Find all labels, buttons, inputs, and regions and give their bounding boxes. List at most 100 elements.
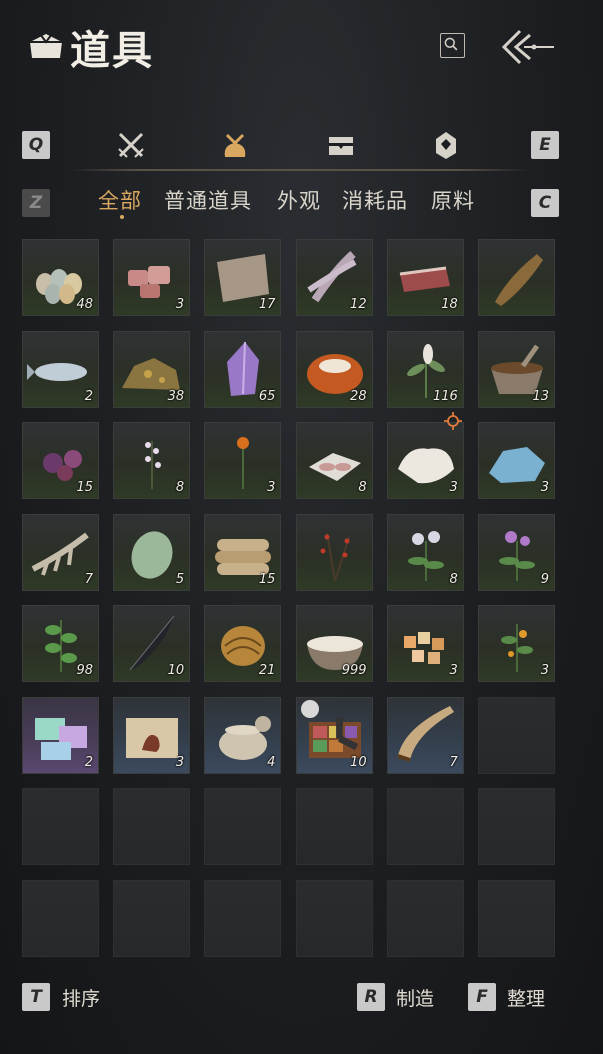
tab-normal-items[interactable]: 普通道具 bbox=[164, 185, 252, 215]
inventory-bag-icon bbox=[30, 33, 62, 58]
empty-slot[interactable] bbox=[295, 788, 373, 865]
tab-appearance[interactable]: 外观 bbox=[277, 185, 321, 215]
item-slot-clay-jar[interactable]: 4 bbox=[204, 696, 282, 774]
item-count: 3 bbox=[449, 480, 458, 495]
item-slot-melon[interactable]: 5 bbox=[113, 513, 191, 591]
pendant-icon[interactable] bbox=[430, 129, 462, 161]
item-count: 3 bbox=[175, 297, 185, 312]
item-slot-purple-flower-plant[interactable]: 9 bbox=[478, 513, 555, 591]
pouch-icon[interactable] bbox=[219, 129, 251, 161]
item-slot-milk-bowl[interactable]: 999 bbox=[295, 605, 373, 682]
item-slot-carp-fish[interactable] bbox=[478, 239, 555, 316]
chest-icon[interactable] bbox=[325, 129, 357, 161]
prev-category-key[interactable]: Q bbox=[22, 131, 50, 159]
empty-slot[interactable] bbox=[204, 879, 282, 957]
search-icon bbox=[444, 37, 458, 51]
item-count: 98 bbox=[76, 663, 93, 678]
item-slot-red-berry-bush[interactable] bbox=[295, 513, 373, 591]
item-count: 8 bbox=[358, 480, 367, 495]
next-subtab-key[interactable]: C bbox=[531, 189, 559, 217]
item-count: 3 bbox=[175, 754, 185, 770]
empty-slot[interactable] bbox=[204, 788, 282, 865]
empty-slot[interactable] bbox=[22, 788, 99, 865]
item-slot-animal-hide[interactable]: 17 bbox=[204, 239, 282, 316]
empty-slot[interactable] bbox=[386, 788, 464, 865]
sort-label[interactable]: 排序 bbox=[62, 984, 100, 1011]
item-count: 9 bbox=[540, 571, 549, 587]
item-slot-pastel-gift-box[interactable]: 2 bbox=[22, 696, 99, 774]
clock-icon bbox=[300, 699, 358, 750]
search-button[interactable] bbox=[440, 33, 465, 58]
crosshair-icon bbox=[443, 412, 462, 430]
back-arrow-icon[interactable] bbox=[498, 27, 556, 67]
empty-slot[interactable] bbox=[478, 696, 555, 774]
item-count: 4 bbox=[267, 754, 276, 770]
item-count: 116 bbox=[432, 388, 458, 404]
item-count: 65 bbox=[258, 388, 276, 404]
item-slot-steak[interactable]: 18 bbox=[386, 239, 464, 316]
item-count: 28 bbox=[350, 388, 367, 404]
prev-subtab-key[interactable]: Z bbox=[22, 189, 50, 217]
item-slot-bone-ribs[interactable]: 7 bbox=[22, 513, 99, 591]
item-slot-green-herb[interactable]: 98 bbox=[22, 605, 99, 682]
item-slot-orange-fruit-plant[interactable]: 3 bbox=[478, 605, 555, 682]
red-berry-bush-icon bbox=[320, 532, 350, 581]
item-slot-purple-flower[interactable]: 15 bbox=[22, 422, 99, 499]
item-slot-raw-meat[interactable]: 3 bbox=[113, 239, 191, 316]
category-bar: Q E bbox=[0, 125, 603, 171]
item-slot-salmon-fish[interactable]: 2 bbox=[22, 330, 99, 408]
item-slot-painting-scroll[interactable]: 3 bbox=[113, 696, 191, 774]
empty-slot[interactable] bbox=[478, 879, 555, 957]
item-count: 12 bbox=[350, 297, 367, 312]
item-slot-blue-crystal[interactable]: 3 bbox=[478, 422, 555, 499]
empty-slot[interactable] bbox=[113, 879, 191, 957]
item-slot-spice-box[interactable]: 10 bbox=[295, 696, 373, 774]
item-slot-black-feather[interactable]: 10 bbox=[113, 605, 191, 682]
empty-slot[interactable] bbox=[386, 879, 464, 957]
item-slot-white-flower-plant[interactable]: 8 bbox=[386, 513, 464, 591]
item-slot-amber-stone[interactable]: 28 bbox=[295, 330, 373, 408]
item-slot-intestines[interactable]: 12 bbox=[295, 239, 373, 316]
arrange-label[interactable]: 整理 bbox=[507, 984, 545, 1011]
page-title: 道具 bbox=[70, 27, 154, 74]
item-count: 3 bbox=[267, 480, 276, 495]
item-slot-white-herb[interactable]: 116 bbox=[386, 330, 464, 408]
item-slot-fruit-chunks[interactable]: 3 bbox=[386, 605, 464, 682]
tab-consumables[interactable]: 消耗品 bbox=[342, 185, 408, 215]
item-count: 15 bbox=[76, 480, 93, 495]
item-slot-white-fur[interactable]: 3 bbox=[386, 422, 464, 499]
item-slot-rice-sacks[interactable]: 15 bbox=[204, 513, 282, 591]
item-slot-white-blossom[interactable]: 8 bbox=[113, 422, 191, 499]
next-category-key[interactable]: E bbox=[531, 131, 559, 159]
empty-slot[interactable] bbox=[295, 879, 373, 957]
item-count: 2 bbox=[84, 388, 93, 404]
empty-slot[interactable] bbox=[22, 879, 99, 957]
item-slot-eggs[interactable]: 48 bbox=[22, 239, 99, 316]
item-count: 15 bbox=[258, 571, 276, 587]
crossed-swords-icon[interactable] bbox=[115, 129, 147, 161]
carp-fish-icon bbox=[495, 254, 543, 306]
tab-all[interactable]: 全部 bbox=[98, 185, 142, 215]
item-count: 8 bbox=[449, 571, 458, 587]
item-slot-horn[interactable]: 7 bbox=[386, 696, 464, 774]
item-slot-orange-lily[interactable]: 3 bbox=[204, 422, 282, 499]
craft-label[interactable]: 制造 bbox=[396, 984, 434, 1011]
item-count: 7 bbox=[84, 571, 93, 587]
empty-slot[interactable] bbox=[113, 788, 191, 865]
item-slot-ore-rock[interactable]: 38 bbox=[113, 330, 191, 408]
empty-slot[interactable] bbox=[478, 788, 555, 865]
sort-key[interactable]: T bbox=[22, 983, 50, 1011]
subtab-bar: Z 全部 普通道具 外观 消耗品 原料 C bbox=[0, 180, 603, 224]
item-count: 13 bbox=[532, 388, 549, 404]
item-count: 10 bbox=[167, 663, 185, 678]
tab-materials[interactable]: 原料 bbox=[431, 185, 475, 215]
item-slot-sliced-meat[interactable]: 8 bbox=[295, 422, 373, 499]
arrange-key[interactable]: F bbox=[468, 983, 496, 1011]
item-slot-mortar-spices[interactable]: 13 bbox=[478, 330, 555, 408]
item-count: 7 bbox=[449, 754, 458, 770]
item-slot-golden-shell[interactable]: 21 bbox=[204, 605, 282, 682]
item-count: 48 bbox=[76, 297, 93, 312]
item-slot-amethyst-crystal[interactable]: 65 bbox=[204, 330, 282, 408]
item-count: 3 bbox=[540, 480, 549, 495]
craft-key[interactable]: R bbox=[357, 983, 385, 1011]
